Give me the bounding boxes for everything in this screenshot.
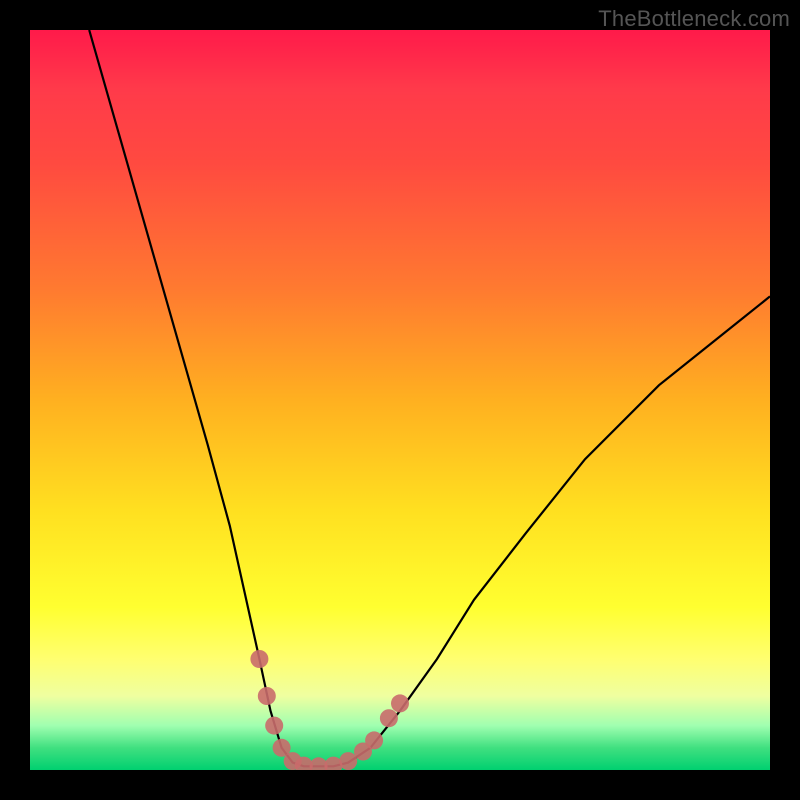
bottleneck-curve-svg [30,30,770,770]
curve-marker [365,731,383,749]
curve-marker [391,694,409,712]
curve-markers [250,650,409,770]
curve-marker [339,752,357,770]
chart-plot-area [30,30,770,770]
bottleneck-curve [89,30,770,766]
curve-marker [380,709,398,727]
curve-marker [265,717,283,735]
watermark-text: TheBottleneck.com [598,6,790,32]
curve-marker [250,650,268,668]
curve-marker [258,687,276,705]
